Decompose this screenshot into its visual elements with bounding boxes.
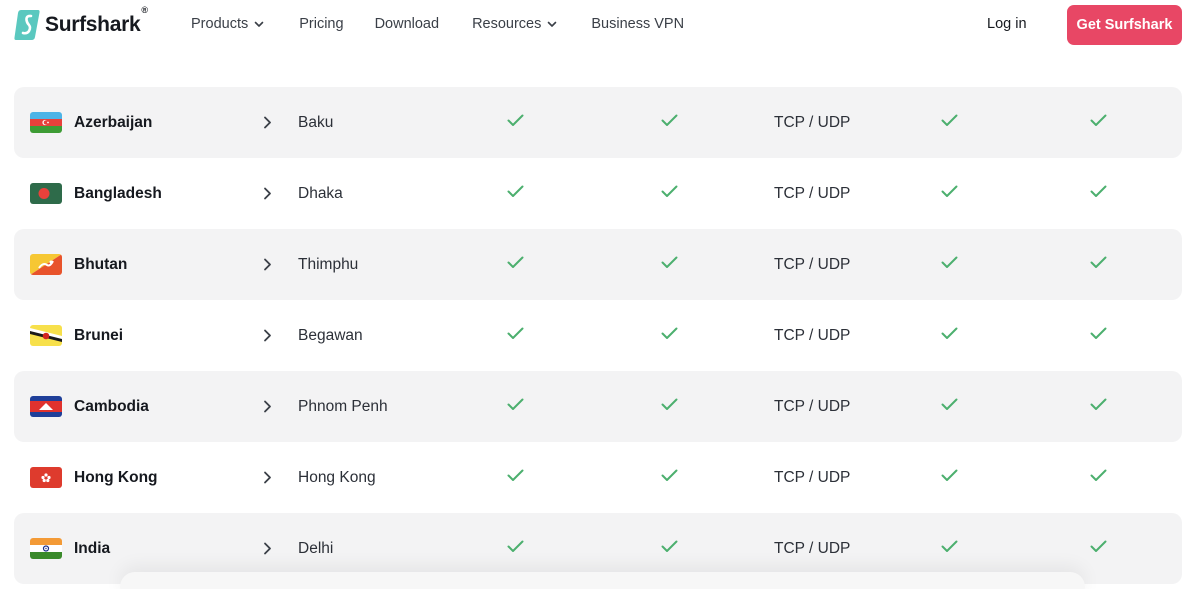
protocol-value: TCP / UDP: [774, 113, 851, 131]
check-icon: [661, 371, 678, 442]
check-icon: [1090, 229, 1107, 300]
nav-pricing-label: Pricing: [299, 16, 344, 32]
floating-panel-shadow: [120, 572, 1085, 589]
flag-cell: [30, 371, 62, 442]
expand-chevron-icon[interactable]: [263, 229, 272, 300]
protocol-value: TCP / UDP: [774, 397, 851, 415]
country-name: Bhutan: [74, 255, 128, 273]
nav-pricing[interactable]: Pricing: [299, 16, 343, 32]
check-icon: [507, 442, 524, 513]
nav-products-label: Products: [191, 16, 249, 32]
check-icon: [941, 371, 958, 442]
check-icon: [1090, 300, 1107, 371]
table-row[interactable]: Bhutan Thimphu TCP / UDP: [14, 229, 1182, 300]
city-name: Thimphu: [298, 255, 359, 273]
flag-cell: [30, 513, 62, 584]
check-icon: [661, 300, 678, 371]
country-name: India: [74, 539, 111, 557]
check-icon: [661, 442, 678, 513]
surfshark-logo[interactable]: Surfshark®: [14, 5, 148, 41]
nav-resources[interactable]: Resources: [472, 16, 557, 32]
check-icon: [941, 87, 958, 158]
bangladesh-flag-icon: [30, 183, 62, 204]
nav-products[interactable]: Products: [191, 16, 264, 32]
city-name: Dhaka: [298, 184, 343, 202]
surfshark-logo-icon: [14, 10, 40, 40]
azerbaijan-flag-icon: [30, 112, 62, 133]
city-name: Hong Kong: [298, 468, 376, 486]
protocol-value: TCP / UDP: [774, 255, 851, 273]
nav-resources-label: Resources: [472, 16, 542, 32]
check-icon: [941, 229, 958, 300]
check-icon: [1090, 371, 1107, 442]
expand-chevron-icon[interactable]: [263, 300, 272, 371]
check-icon: [941, 300, 958, 371]
table-row[interactable]: Bangladesh Dhaka TCP / UDP: [14, 158, 1182, 229]
check-icon: [1090, 158, 1107, 229]
country-name: Azerbaijan: [74, 113, 153, 131]
expand-chevron-icon[interactable]: [263, 158, 272, 229]
flag-cell: [30, 87, 62, 158]
flag-cell: [30, 300, 62, 371]
chevron-down-icon: [548, 21, 557, 27]
check-icon: [661, 229, 678, 300]
brand-name: Surfshark®: [45, 5, 148, 36]
nav-business-vpn-label: Business VPN: [591, 16, 685, 32]
protocol-value: TCP / UDP: [774, 326, 851, 344]
main-nav: Products Pricing Download Resources Busi…: [191, 16, 684, 32]
check-icon: [661, 158, 678, 229]
flag-cell: [30, 158, 62, 229]
expand-chevron-icon[interactable]: [263, 371, 272, 442]
protocol-value: TCP / UDP: [774, 468, 851, 486]
chevron-down-icon: [254, 21, 264, 27]
site-header: Surfshark® Products Pricing Download Res…: [0, 0, 1192, 50]
country-name: Brunei: [74, 326, 124, 344]
server-locations-table: Azerbaijan Baku TCP / UDP Bangladesh Dhaka TC…: [14, 87, 1182, 584]
country-name: Bangladesh: [74, 184, 162, 202]
get-surfshark-button[interactable]: Get Surfshark: [1067, 5, 1182, 45]
check-icon: [661, 87, 678, 158]
nav-business-vpn[interactable]: Business VPN: [591, 16, 684, 32]
check-icon: [941, 158, 958, 229]
nav-download-label: Download: [374, 16, 440, 32]
brunei-flag-icon: [30, 325, 62, 346]
check-icon: [507, 300, 524, 371]
check-icon: [1090, 513, 1107, 584]
bhutan-flag-icon: [30, 254, 62, 275]
table-row[interactable]: Hong Kong Hong Kong TCP / UDP: [14, 442, 1182, 513]
check-icon: [1090, 87, 1107, 158]
table-row[interactable]: Azerbaijan Baku TCP / UDP: [14, 87, 1182, 158]
country-name: Hong Kong: [74, 468, 158, 486]
hong-kong-flag-icon: [30, 467, 62, 488]
country-name: Cambodia: [74, 397, 149, 415]
flag-cell: [30, 442, 62, 513]
expand-chevron-icon[interactable]: [263, 87, 272, 158]
check-icon: [507, 87, 524, 158]
city-name: Baku: [298, 113, 334, 131]
check-icon: [507, 229, 524, 300]
city-name: Phnom Penh: [298, 397, 388, 415]
check-icon: [507, 158, 524, 229]
flag-cell: [30, 229, 62, 300]
check-icon: [507, 371, 524, 442]
nav-download[interactable]: Download: [375, 16, 440, 32]
india-flag-icon: [30, 538, 62, 559]
cambodia-flag-icon: [30, 396, 62, 417]
login-link[interactable]: Log in: [987, 16, 1027, 32]
check-icon: [1090, 442, 1107, 513]
expand-chevron-icon[interactable]: [263, 442, 272, 513]
table-row[interactable]: Brunei Begawan TCP / UDP: [14, 300, 1182, 371]
table-row[interactable]: Cambodia Phnom Penh TCP / UDP: [14, 371, 1182, 442]
check-icon: [941, 442, 958, 513]
protocol-value: TCP / UDP: [774, 184, 851, 202]
city-name: Begawan: [298, 326, 363, 344]
